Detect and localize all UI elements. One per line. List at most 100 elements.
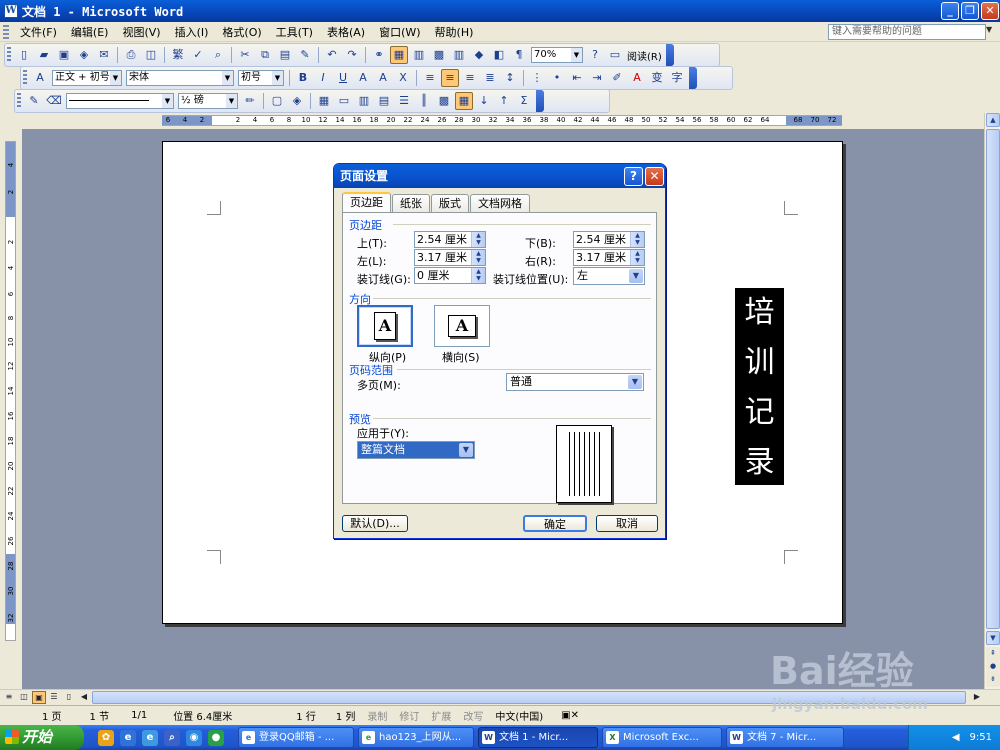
- char-shading-icon[interactable]: A: [374, 69, 392, 87]
- print-layout-icon[interactable]: ▣: [32, 691, 46, 704]
- align-left-icon[interactable]: ≡: [421, 69, 439, 87]
- paste-icon[interactable]: ▤: [276, 46, 294, 64]
- status-track-changes[interactable]: 修订: [393, 708, 425, 723]
- open-folder-icon[interactable]: ▰: [35, 46, 53, 64]
- minimize-button[interactable]: _: [941, 2, 959, 20]
- redo-icon[interactable]: ↷: [343, 46, 361, 64]
- shading-color-icon[interactable]: ◈: [288, 92, 306, 110]
- char-scaling-icon[interactable]: X: [394, 69, 412, 87]
- insert-excel-icon[interactable]: ▩: [430, 46, 448, 64]
- distribute-rows-icon[interactable]: ☰: [395, 92, 413, 110]
- drawing-icon[interactable]: ◆: [470, 46, 488, 64]
- bullets-icon[interactable]: •: [548, 69, 566, 87]
- distributed-icon[interactable]: ≣: [481, 69, 499, 87]
- research-icon[interactable]: ⌕: [209, 46, 227, 64]
- spin-arrows-icon[interactable]: ▲ ▼: [471, 268, 485, 283]
- spin-arrows-icon[interactable]: ▲ ▼: [630, 232, 644, 247]
- menu-tools[interactable]: 工具(T): [269, 24, 320, 40]
- help-icon[interactable]: ?: [586, 46, 604, 64]
- align-cell-icon[interactable]: ▤: [375, 92, 393, 110]
- status-extend[interactable]: 扩展: [425, 708, 457, 723]
- spelling-status-icon[interactable]: ▣✕: [555, 710, 585, 721]
- underline-icon[interactable]: U: [334, 69, 352, 87]
- tab-document-grid[interactable]: 文档网格: [470, 194, 530, 212]
- apply-to-select[interactable]: 整篇文档 ▼: [357, 441, 475, 459]
- gutter-position-select[interactable]: 左 ▼: [573, 267, 645, 285]
- split-cells-icon[interactable]: ▥: [355, 92, 373, 110]
- taskbar-task[interactable]: e hao123_上网从...: [358, 727, 474, 748]
- show-hide-icon[interactable]: ¶: [510, 46, 528, 64]
- menu-format[interactable]: 格式(O): [215, 24, 268, 40]
- right-margin-input[interactable]: 3.17 厘米 ▲ ▼: [573, 249, 645, 266]
- styles-icon[interactable]: A: [31, 69, 49, 87]
- browser-icon[interactable]: e: [142, 729, 158, 746]
- columns-icon[interactable]: ▥: [450, 46, 468, 64]
- search-icon[interactable]: ⌕: [164, 729, 180, 746]
- line-style-select[interactable]: ▼: [66, 93, 174, 109]
- insert-table-icon[interactable]: ▦: [315, 92, 333, 110]
- menu-table[interactable]: 表格(A): [320, 24, 372, 40]
- style-select[interactable]: 正文 + 初号 ▼: [52, 70, 122, 86]
- status-overtype[interactable]: 改写: [457, 708, 489, 723]
- format-painter-icon[interactable]: ✎: [296, 46, 314, 64]
- left-margin-input[interactable]: 3.17 厘米 ▲ ▼: [414, 249, 486, 266]
- chevron-down-icon[interactable]: ▼: [986, 25, 996, 34]
- hyperlink-icon[interactable]: ⚭: [370, 46, 388, 64]
- autosum-icon[interactable]: Σ: [515, 92, 533, 110]
- outline-view-icon[interactable]: ☰: [47, 691, 61, 704]
- font-size-select[interactable]: 初号 ▼: [238, 70, 284, 86]
- toolbar-grip[interactable]: [17, 93, 21, 109]
- close-button[interactable]: ✕: [981, 2, 999, 20]
- spelling-icon[interactable]: ✓: [189, 46, 207, 64]
- top-margin-input[interactable]: 2.54 厘米 ▲ ▼: [414, 231, 486, 248]
- toolbar-grip[interactable]: [7, 47, 11, 63]
- enclose-chars-icon[interactable]: 字: [668, 69, 686, 87]
- char-border-icon[interactable]: A: [354, 69, 372, 87]
- toolbar-grip[interactable]: [23, 70, 27, 86]
- decrease-indent-icon[interactable]: ⇤: [568, 69, 586, 87]
- save-icon[interactable]: ▣: [55, 46, 73, 64]
- outside-border-icon[interactable]: ▢: [268, 92, 286, 110]
- menu-grip[interactable]: [3, 24, 9, 39]
- toolbar-options-icon[interactable]: [665, 44, 674, 66]
- highlight-icon[interactable]: ✐: [608, 69, 626, 87]
- zoom-select[interactable]: 70% ▼: [531, 47, 583, 63]
- copy-icon[interactable]: ⧉: [256, 46, 274, 64]
- table-autoformat-icon[interactable]: ▩: [435, 92, 453, 110]
- normal-view-icon[interactable]: ≡: [2, 691, 16, 704]
- align-right-icon[interactable]: ≡: [461, 69, 479, 87]
- distribute-cols-icon[interactable]: ║: [415, 92, 433, 110]
- read-icon[interactable]: ▭: [606, 46, 624, 64]
- cancel-button[interactable]: 取消: [596, 515, 658, 532]
- align-center-icon[interactable]: ≡: [441, 69, 459, 87]
- increase-indent-icon[interactable]: ⇥: [588, 69, 606, 87]
- spin-arrows-icon[interactable]: ▲ ▼: [630, 250, 644, 265]
- menu-insert[interactable]: 插入(I): [168, 24, 216, 40]
- web-view-icon[interactable]: ◫: [17, 691, 31, 704]
- toolbar-options-icon[interactable]: [689, 67, 697, 89]
- reading-mode-button[interactable]: 阅读(R): [625, 48, 664, 63]
- merge-cells-icon[interactable]: ▭: [335, 92, 353, 110]
- quicklaunch-app-icon[interactable]: ✿: [98, 729, 114, 746]
- undo-icon[interactable]: ↶: [323, 46, 341, 64]
- show-gridlines-icon[interactable]: ▦: [455, 92, 473, 110]
- menu-edit[interactable]: 编辑(E): [64, 24, 116, 40]
- scroll-left-icon[interactable]: ◀: [77, 691, 91, 704]
- numbering-icon[interactable]: ⋮: [528, 69, 546, 87]
- sort-ascending-icon[interactable]: ↓: [475, 92, 493, 110]
- phonetic-guide-icon[interactable]: 变: [648, 69, 666, 87]
- ie-icon[interactable]: e: [120, 729, 136, 746]
- taskbar-task[interactable]: W 文档 1 - Micr...: [478, 727, 598, 748]
- font-color-icon[interactable]: A: [628, 69, 646, 87]
- draw-table-icon[interactable]: ✎: [25, 92, 43, 110]
- spin-arrows-icon[interactable]: ▲ ▼: [471, 250, 485, 265]
- eraser-icon[interactable]: ⌫: [45, 92, 63, 110]
- line-spacing-icon[interactable]: ↕: [501, 69, 519, 87]
- sort-descending-icon[interactable]: ↑: [495, 92, 513, 110]
- email-icon[interactable]: ✉: [95, 46, 113, 64]
- dialog-close-button[interactable]: ✕: [645, 167, 664, 186]
- portrait-option[interactable]: A: [357, 305, 413, 347]
- italic-icon[interactable]: I: [314, 69, 332, 87]
- bottom-margin-input[interactable]: 2.54 厘米 ▲ ▼: [573, 231, 645, 248]
- default-button[interactable]: 默认(D)...: [342, 515, 408, 532]
